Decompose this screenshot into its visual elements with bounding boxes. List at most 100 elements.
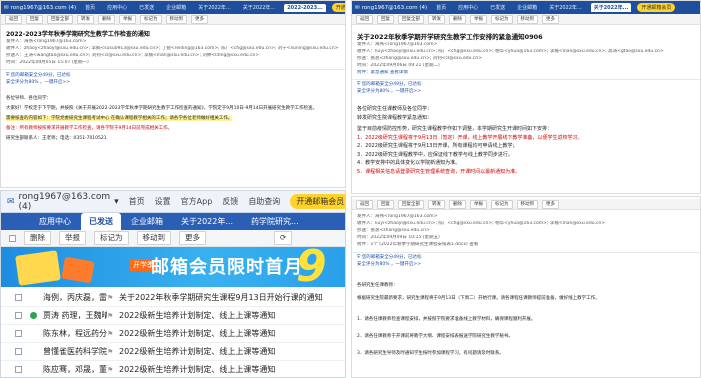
more-button[interactable]: 更多 bbox=[179, 231, 206, 245]
account-menu[interactable]: ✉ rong1967@163.com (4) ▾ bbox=[7, 192, 119, 212]
forward-button[interactable]: 转发 bbox=[77, 14, 94, 24]
flag-icon[interactable]: ⚑ bbox=[107, 330, 119, 338]
body-item-1: 1．2022级研究生课程将于9月13日（暂定）开课，线上教学开展线下教学准备，以… bbox=[357, 134, 583, 141]
delete-button[interactable]: 删除 bbox=[98, 14, 115, 24]
delete-button[interactable]: 删除 bbox=[449, 199, 466, 209]
list-item[interactable]: 曾懂雀医药科学院 ⚑ 2022级新生培养计划制定、线上上课等通知 bbox=[1, 343, 345, 361]
tab-apps[interactable]: 应用中心 bbox=[31, 213, 79, 230]
mark-as-button[interactable]: 标记为 bbox=[491, 199, 513, 209]
row-checkbox[interactable] bbox=[15, 312, 22, 319]
nav-apps[interactable]: 应用中心 bbox=[455, 3, 481, 12]
account-menu[interactable]: ✉ rong1967@163.com (4) bbox=[4, 5, 76, 11]
body-greeting: 各位导师、各位同学： bbox=[6, 96, 51, 101]
security-tip[interactable]: 安全评分为80% ，一键开启>> bbox=[357, 89, 695, 95]
attachment-line[interactable]: 附件：1个 (2022年秋季学期研究生课程安排表1.docx) 查看 bbox=[357, 242, 695, 248]
row-checkbox[interactable] bbox=[15, 348, 22, 355]
nav-enterprise[interactable]: 企业邮箱 bbox=[163, 3, 189, 12]
refresh-icon[interactable]: ⟳ bbox=[274, 231, 293, 245]
tab-current[interactable]: 2022-2023... bbox=[284, 3, 326, 12]
banner-title: 邮箱会员限时首月 bbox=[151, 257, 303, 278]
forward-button[interactable]: 转发 bbox=[428, 199, 445, 209]
reply-button[interactable]: 回复 bbox=[377, 199, 394, 209]
flag-icon[interactable]: ⚑ bbox=[107, 366, 119, 374]
nav-sent[interactable]: 已发送 bbox=[487, 3, 508, 12]
inbox-window: ✉ rong1967@163.com (4) ▾ 首页 设置 官方App 反馈 自助… bbox=[0, 190, 346, 378]
move-to-button[interactable]: 移动到 bbox=[136, 231, 171, 245]
flag-icon[interactable]: ⚑ bbox=[107, 312, 119, 320]
flag-icon[interactable]: ⚑ bbox=[107, 348, 119, 356]
nav-home[interactable]: 首页 bbox=[129, 196, 145, 207]
row-checkbox[interactable] bbox=[15, 294, 22, 301]
attachment-line[interactable]: 附件：紧急通知 查看详情 bbox=[357, 70, 695, 76]
promo-button[interactable]: 开通邮箱会员 bbox=[637, 3, 676, 12]
report-button[interactable]: 举报 bbox=[470, 14, 487, 24]
mark-as-button[interactable]: 标记为 bbox=[491, 14, 513, 24]
list-item[interactable]: 海例，丙庆磊，雷... ⚑ 关于2022年秋季学期研究生课程9月13日开始行课的… bbox=[1, 289, 345, 307]
security-notice[interactable]: ⛨ 您的邮箱安全分49分，已达标 bbox=[357, 255, 695, 261]
more-button[interactable]: 更多 bbox=[542, 14, 559, 24]
top-nav-bar: ✉ rong1967@163.com (4) 首页 应用中心 已发送 企业邮箱 关… bbox=[1, 1, 345, 14]
security-notice[interactable]: ⛨ 您的邮箱安全分49分，已达标 bbox=[357, 82, 695, 88]
body-item-1: 1．请各任课教师检查课程安排，并按照学院要求准备线上教学材料，确保课程顺利开展。 bbox=[357, 317, 536, 322]
mail-list: 海例，丙庆磊，雷... ⚑ 关于2022年秋季学期研究生课程9月13日开始行课的… bbox=[1, 289, 345, 377]
more-button[interactable]: 更多 bbox=[191, 14, 208, 24]
nav-home[interactable]: 首页 bbox=[82, 3, 98, 12]
nav-enterprise[interactable]: 企业邮箱 bbox=[514, 3, 540, 12]
back-button[interactable]: 返回 bbox=[356, 199, 373, 209]
nav-settings[interactable]: 设置 bbox=[155, 196, 171, 207]
recipient-line: 收件人：liuyi<zhaoyl@sxu.edu.cn>; 陈广<chg@sxu… bbox=[357, 49, 664, 54]
nav-feedback[interactable]: 反馈 bbox=[222, 196, 238, 207]
nav-home[interactable]: 首页 bbox=[433, 3, 449, 12]
tab-mail-a[interactable]: 关于2022年... bbox=[173, 213, 241, 230]
select-all-checkbox[interactable] bbox=[9, 234, 16, 242]
read-status-icon bbox=[30, 330, 37, 337]
list-item[interactable]: 贾涛 药理，王魏晴... ⚑ 2022级新生培养计划制定、线上上课等通知 bbox=[1, 307, 345, 325]
tab-mail-a[interactable]: 关于2022年... bbox=[546, 3, 585, 12]
report-button[interactable]: 举报 bbox=[59, 231, 86, 245]
security-tip[interactable]: 安全评分为80% ，一键开启>> bbox=[6, 80, 340, 86]
tab-current[interactable]: 关于2022年... bbox=[590, 3, 632, 12]
report-button[interactable]: 举报 bbox=[119, 14, 136, 24]
back-button[interactable]: 返回 bbox=[356, 14, 373, 24]
flag-icon[interactable]: ⚑ bbox=[107, 294, 119, 302]
promo-button[interactable]: 开通邮箱会员 bbox=[290, 194, 345, 209]
reply-button[interactable]: 回复 bbox=[377, 14, 394, 24]
nav-apps[interactable]: 应用中心 bbox=[104, 3, 130, 12]
reply-all-button[interactable]: 回复全部 bbox=[47, 14, 73, 24]
move-to-button[interactable]: 移动到 bbox=[165, 14, 187, 24]
promo-banner[interactable]: 开学季 邮箱会员限时首月 9 bbox=[1, 247, 345, 287]
reply-button[interactable]: 回复 bbox=[26, 14, 43, 24]
report-button[interactable]: 举报 bbox=[470, 199, 487, 209]
mail-toolbar: 返回 回复 回复全部 转发 删除 举报 标记为 移动到 更多 bbox=[352, 14, 700, 25]
mark-as-button[interactable]: 标记为 bbox=[140, 14, 162, 24]
security-notice[interactable]: ⛨ 您的邮箱安全分49分，已达标 bbox=[6, 73, 340, 79]
more-button[interactable]: 更多 bbox=[542, 199, 559, 209]
delete-button[interactable]: 删除 bbox=[449, 14, 466, 24]
back-button[interactable]: 返回 bbox=[5, 14, 22, 24]
move-to-button[interactable]: 移动到 bbox=[516, 14, 538, 24]
account-menu[interactable]: ✉ rong1967@163.com (4) bbox=[355, 5, 427, 11]
tab-mail-a[interactable]: 关于2022年... bbox=[195, 3, 234, 12]
tab-enterprise[interactable]: 企业邮箱 bbox=[123, 213, 171, 230]
shield-icon: ⛨ bbox=[357, 82, 361, 87]
tab-sent[interactable]: 已发送 bbox=[81, 213, 121, 230]
tab-mail-b[interactable]: 关于2022年... bbox=[240, 3, 279, 12]
reply-all-button[interactable]: 回复全部 bbox=[398, 14, 424, 24]
move-to-button[interactable]: 移动到 bbox=[516, 199, 538, 209]
row-checkbox[interactable] bbox=[15, 366, 22, 373]
row-sender: 贾涛 药理，王魏晴... bbox=[43, 311, 107, 320]
nav-self-service[interactable]: 自助查询 bbox=[248, 196, 280, 207]
security-tip[interactable]: 安全评分为80% ，一键开启>> bbox=[357, 262, 695, 268]
list-item[interactable]: 陈应骞，邓晟，董... ⚑ 2022级新生培养计划制定、线上上课等通知 bbox=[1, 361, 345, 377]
delete-button[interactable]: 删除 bbox=[24, 231, 51, 245]
row-checkbox[interactable] bbox=[15, 330, 22, 337]
promo-button[interactable]: 开通邮箱会员 bbox=[331, 3, 345, 12]
nav-sent[interactable]: 已发送 bbox=[136, 3, 157, 12]
read-status-icon bbox=[30, 366, 37, 373]
list-item[interactable]: 陈东林，程远药分... ⚑ 2022级新生培养计划制定、线上上课等通知 bbox=[1, 325, 345, 343]
mark-as-button[interactable]: 标记为 bbox=[94, 231, 129, 245]
forward-button[interactable]: 转发 bbox=[428, 14, 445, 24]
reply-all-button[interactable]: 回复全部 bbox=[398, 199, 424, 209]
nav-app[interactable]: 官方App bbox=[181, 196, 213, 207]
tab-mail-b[interactable]: 药学院研究... bbox=[243, 213, 307, 230]
